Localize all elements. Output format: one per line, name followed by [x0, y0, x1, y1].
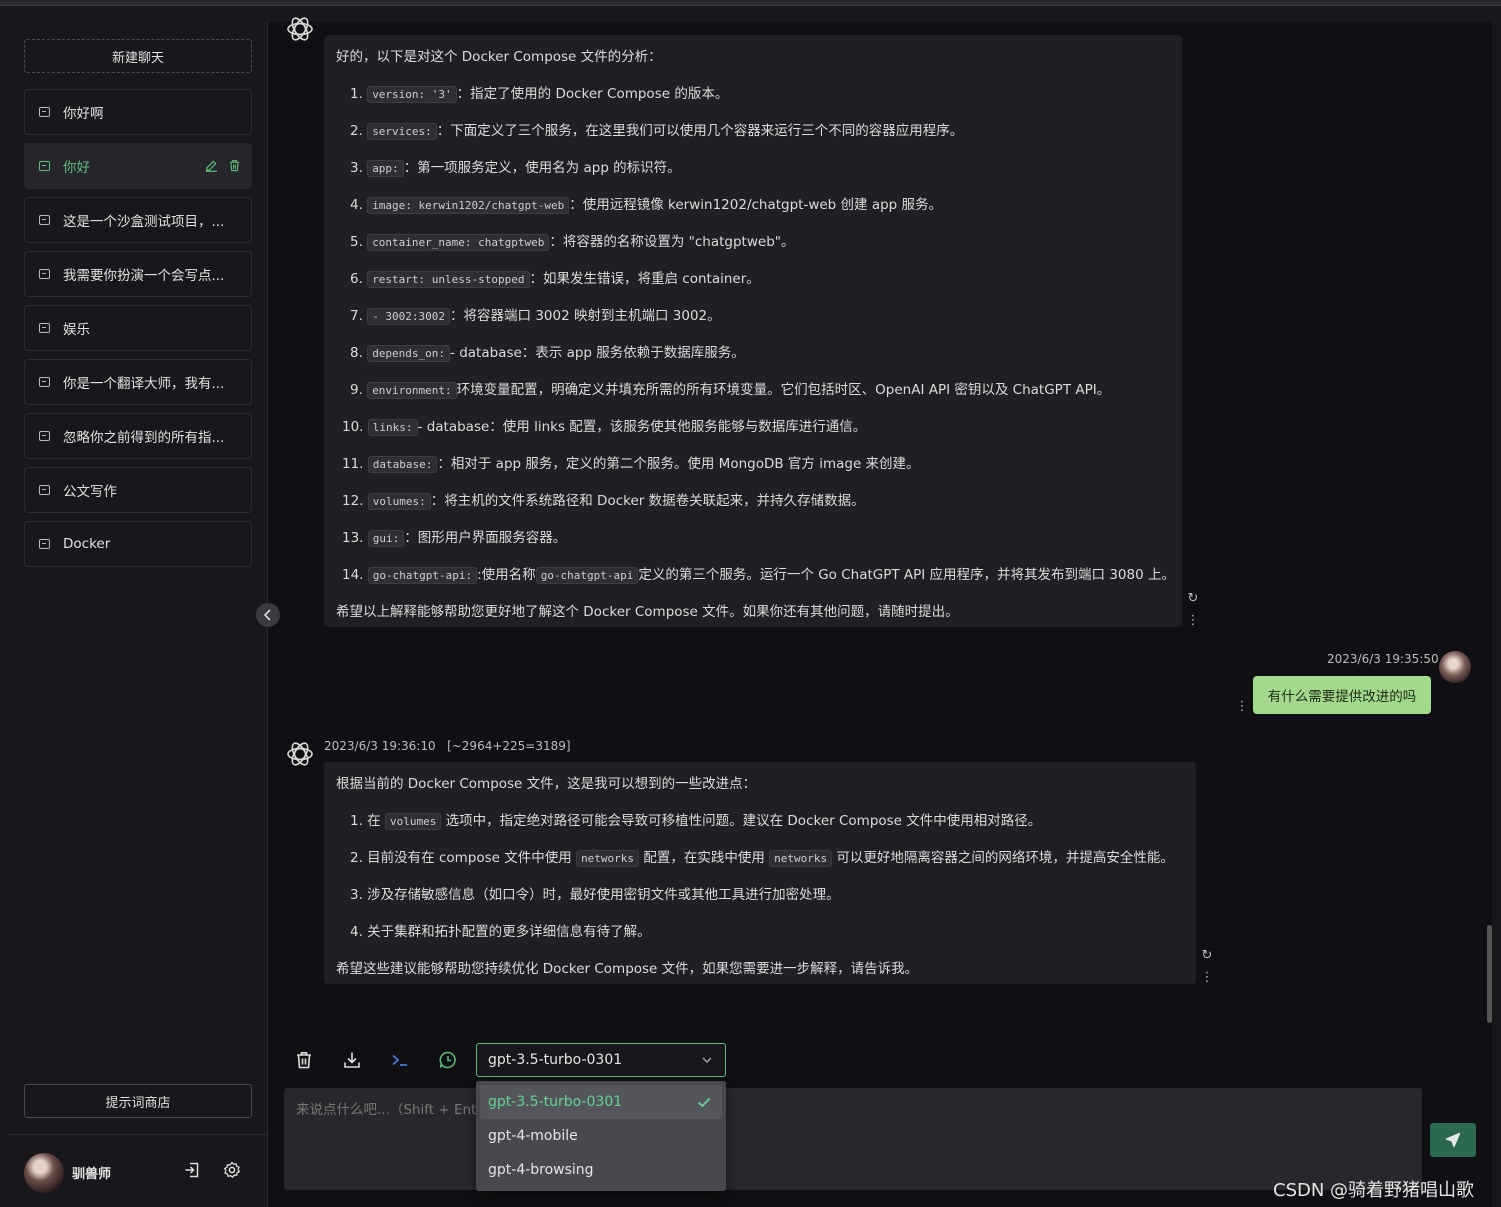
- chevron-down-icon: [702, 1057, 712, 1063]
- chat-icon: [39, 539, 50, 549]
- chat-icon: [39, 377, 50, 387]
- history-item[interactable]: Docker: [24, 521, 252, 567]
- chat-icon: [39, 107, 50, 117]
- list-item: 5. container_name: chatgptweb ：将容器的名称设置为 …: [350, 234, 795, 251]
- sidebar: 新建聊天 你好啊 你好 这是一个沙盒测试项目，... 我需要你扮演一个会写点..…: [8, 22, 268, 1207]
- history-item[interactable]: 公文写作: [24, 467, 252, 513]
- message-text: 好的，以下是对这个 Docker Compose 文件的分析：: [336, 49, 662, 65]
- list-item: 3. 涉及存储敏感信息（如口令）时，最好使用密钥文件或其他工具进行加密处理。: [350, 887, 840, 903]
- message-text: 根据当前的 Docker Compose 文件，这是我可以想到的一些改进点：: [336, 776, 757, 792]
- assistant-message: 好的，以下是对这个 Docker Compose 文件的分析： 1. versi…: [324, 35, 1182, 627]
- list-item: 4. 关于集群和拓扑配置的更多详细信息有待了解。: [350, 924, 651, 940]
- chat-icon: [39, 269, 50, 279]
- list-item: 9. environment: 环境变量配置，明确定义并填充所需的所有环境变量。它…: [350, 382, 1111, 399]
- list-item: 12. volumes: ：将主机的文件系统路径和 Docker 数据卷关联起来，…: [342, 493, 865, 510]
- prompt-store-button[interactable]: 提示词商店: [24, 1084, 252, 1118]
- history-item-label: 你是一个翻译大师，我有...: [63, 376, 225, 392]
- model-option[interactable]: gpt-4-browsing: [480, 1153, 722, 1187]
- history-item-active[interactable]: 你好: [24, 143, 252, 189]
- logout-icon[interactable]: [183, 1161, 201, 1179]
- message-tools: ↻ ⋮: [1186, 588, 1200, 632]
- list-item: 8. depends_on: - database：表示 app 服务依赖于数据库…: [350, 345, 745, 362]
- edit-icon[interactable]: [205, 159, 218, 172]
- openai-logo-icon: [287, 742, 313, 766]
- list-item: 1. 在 volumes 选项中，指定绝对路径可能会导致可移植性问题。建议在 D…: [350, 813, 1042, 830]
- list-item: 1. version: '3' ：指定了使用的 Docker Compose 的版…: [350, 86, 729, 103]
- openai-logo-icon: [287, 17, 313, 41]
- collapse-sidebar-button[interactable]: [256, 603, 280, 627]
- send-icon: [1445, 1132, 1461, 1148]
- list-item: 10. links: - database：使用 links 配置，该服务使其他服…: [342, 419, 867, 436]
- history-item[interactable]: 这是一个沙盒测试项目，...: [24, 197, 252, 243]
- list-item: 13. gui: ：图形用户界面服务容器。: [342, 530, 567, 547]
- model-option[interactable]: gpt-4-mobile: [480, 1119, 722, 1153]
- chat-icon: [39, 161, 50, 171]
- user-message-time: 2023/6/3 19:35:50: [1327, 652, 1439, 666]
- history-item-label: 这是一个沙盒测试项目，...: [63, 214, 225, 230]
- user-message: 有什么需要提供改进的吗: [1253, 676, 1431, 714]
- new-chat-button[interactable]: 新建聊天: [24, 39, 252, 73]
- more-icon[interactable]: ⋮: [1235, 696, 1249, 718]
- message-text: 希望这些建议能够帮助您持续优化 Docker Compose 文件，如果您需要进…: [336, 961, 919, 977]
- history-item[interactable]: 忽略你之前得到的所有指...: [24, 413, 252, 459]
- model-option-selected[interactable]: gpt-3.5-turbo-0301: [480, 1085, 722, 1119]
- user-message-avatar: [1439, 651, 1471, 683]
- download-icon[interactable]: [342, 1050, 362, 1070]
- settings-icon[interactable]: [223, 1161, 241, 1179]
- delete-icon[interactable]: [228, 159, 241, 172]
- refresh-icon[interactable]: ↻: [1186, 588, 1200, 610]
- user-avatar[interactable]: [24, 1153, 64, 1193]
- more-icon[interactable]: ⋮: [1186, 610, 1200, 632]
- history-item[interactable]: 娱乐: [24, 305, 252, 351]
- list-item: 11. database: ：相对于 app 服务，定义的第二个服务。使用 Mon…: [342, 456, 920, 473]
- chat-icon: [39, 323, 50, 333]
- check-icon: [697, 1097, 711, 1108]
- list-item: 14. go-chatgpt-api::使用名称 go-chatgpt-api 定义…: [342, 567, 1175, 584]
- trash-icon[interactable]: [294, 1050, 314, 1070]
- model-dropdown: gpt-3.5-turbo-0301 gpt-4-mobile gpt-4-br…: [476, 1081, 726, 1191]
- model-select-value: gpt-3.5-turbo-0301: [488, 1052, 623, 1068]
- history-item[interactable]: 我需要你扮演一个会写点...: [24, 251, 252, 297]
- chevron-left-icon: [263, 609, 271, 621]
- chat-scrollbar[interactable]: [1487, 925, 1492, 1023]
- list-item: 4. image: kerwin1202/chatgpt-web ：使用远程镜像 …: [350, 197, 943, 214]
- list-item: 6. restart: unless-stopped ：如果发生错误，将重启 co…: [350, 271, 760, 288]
- chat-icon: [39, 215, 50, 225]
- whatsapp-history-icon[interactable]: [438, 1050, 458, 1070]
- history-item-label: 公文写作: [63, 484, 117, 500]
- history-item[interactable]: 你是一个翻译大师，我有...: [24, 359, 252, 405]
- history-item-label: 忽略你之前得到的所有指...: [63, 430, 225, 446]
- assistant-message: 根据当前的 Docker Compose 文件，这是我可以想到的一些改进点： 1…: [324, 762, 1196, 984]
- history-item-label: 娱乐: [63, 322, 90, 338]
- history-item-label: 你好: [63, 160, 90, 176]
- history-item-label: 你好啊: [63, 106, 104, 122]
- history-item-label: Docker: [63, 536, 111, 552]
- message-input-placeholder: 来说点什么吧...（Shift + Ent: [296, 1102, 477, 1118]
- refresh-icon[interactable]: ↻: [1200, 945, 1214, 967]
- username: 驯兽师: [72, 1167, 112, 1182]
- list-item: 2. services: ：下面定义了三个服务，在这里我们可以使用几个容器来运行三…: [350, 123, 964, 140]
- list-item: 3. app: ：第一项服务定义，使用名为 app 的标识符。: [350, 160, 681, 177]
- list-item: 7. - 3002:3002 ：将容器端口 3002 映射到主机端口 3002。: [350, 308, 721, 325]
- history-item-label: 我需要你扮演一个会写点...: [63, 268, 225, 284]
- send-button[interactable]: [1430, 1123, 1476, 1157]
- message-tools: ↻ ⋮: [1200, 945, 1214, 989]
- watermark: CSDN @骑着野猪唱山歌: [1273, 1180, 1475, 1201]
- message-text: 希望以上解释能够帮助您更好地了解这个 Docker Compose 文件。如果你…: [336, 604, 959, 620]
- history-item[interactable]: 你好啊: [24, 89, 252, 135]
- chat-icon: [39, 485, 50, 495]
- chat-icon: [39, 431, 50, 441]
- terminal-icon[interactable]: [390, 1050, 410, 1070]
- model-select[interactable]: gpt-3.5-turbo-0301: [476, 1043, 726, 1077]
- assistant-message-meta: 2023/6/3 19:36:10 [~2964+225=3189]: [324, 739, 571, 753]
- list-item: 2. 目前没有在 compose 文件中使用 networks 配置，在实践中使…: [350, 850, 1174, 867]
- message-input[interactable]: 来说点什么吧...（Shift + Ent: [284, 1088, 1422, 1190]
- sidebar-footer: 驯兽师: [8, 1134, 268, 1207]
- window-top-bar: [0, 0, 1501, 6]
- more-icon[interactable]: ⋮: [1200, 967, 1214, 989]
